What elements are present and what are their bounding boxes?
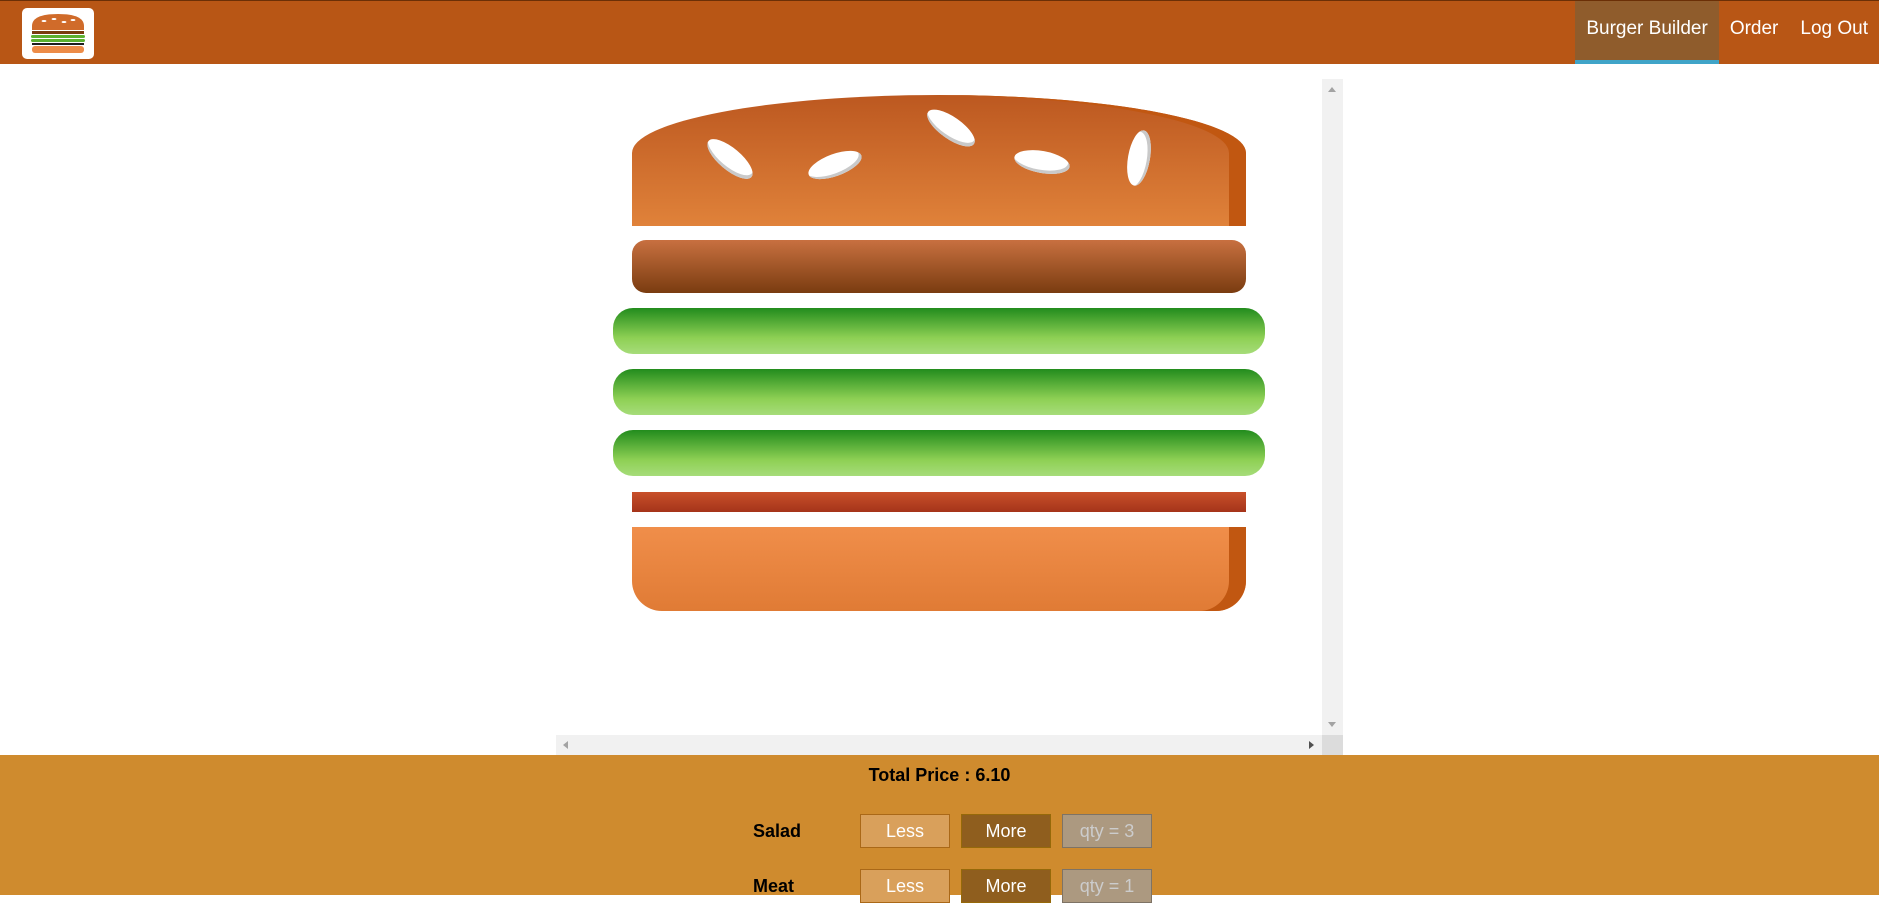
bacon-layer (632, 492, 1246, 512)
salad-layer (613, 430, 1265, 476)
control-label-salad: Salad (753, 821, 802, 841)
scroll-up-icon[interactable] (1328, 87, 1336, 92)
salad-less-button[interactable]: Less (860, 814, 950, 848)
meat-more-button[interactable]: More (961, 869, 1051, 903)
meat-qty-button: qty = 1 (1062, 869, 1152, 903)
bread-bottom (632, 527, 1246, 611)
meat-less-button[interactable]: Less (860, 869, 950, 903)
nav-order[interactable]: Order (1719, 1, 1790, 64)
salad-layer (613, 369, 1265, 415)
sesame-seed (1123, 128, 1155, 188)
salad-qty-button: qty = 3 (1062, 814, 1152, 848)
sesame-seed (1012, 146, 1072, 178)
nav-log-out[interactable]: Log Out (1789, 1, 1879, 64)
nav-burger-builder[interactable]: Burger Builder (1575, 1, 1719, 64)
total-price: Total Price : 6.10 (868, 765, 1011, 785)
salad-more-button[interactable]: More (961, 814, 1051, 848)
scroll-left-icon[interactable] (563, 741, 568, 749)
burger-logo[interactable] (22, 8, 94, 59)
burger-preview[interactable] (556, 79, 1343, 755)
scroll-right-icon[interactable] (1309, 741, 1314, 749)
control-label-meat: Meat (753, 876, 795, 896)
salad-layer (613, 308, 1265, 354)
sesame-seed (804, 145, 866, 185)
sesame-seed (701, 132, 759, 186)
meat-layer (632, 240, 1246, 293)
scroll-down-icon[interactable] (1328, 722, 1336, 727)
main-nav: Burger Builder Order Log Out (1575, 1, 1879, 64)
scrollbar-corner (1322, 735, 1343, 755)
burger-logo-icon (31, 14, 85, 53)
vertical-scrollbar[interactable] (1322, 79, 1343, 735)
toolbar: Burger Builder Order Log Out (0, 0, 1879, 64)
sesame-seed (921, 102, 981, 154)
build-controls: Total Price : 6.10 Salad Less More qty =… (0, 755, 1879, 903)
horizontal-scrollbar[interactable] (556, 735, 1322, 755)
bread-top (632, 95, 1246, 226)
